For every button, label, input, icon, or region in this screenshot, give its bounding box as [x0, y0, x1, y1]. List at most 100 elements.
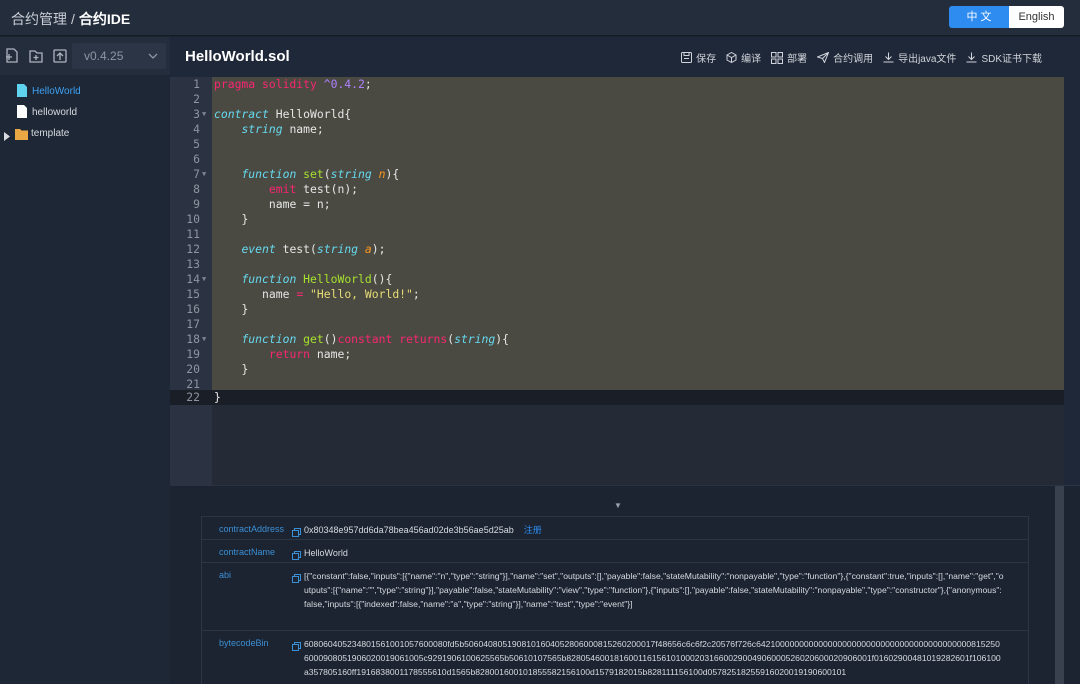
compiler-version-value: v0.4.25: [84, 49, 124, 63]
code-editor[interactable]: 1 pragma solidity ^0.4.2; 2 3 ▼ contract He…: [170, 77, 1064, 485]
panel-scrollbar[interactable]: [1055, 486, 1064, 684]
lang-chinese-button[interactable]: 中 文: [949, 6, 1009, 28]
info-key: bytecodeBin: [219, 638, 269, 648]
download-icon: [883, 52, 894, 63]
code-text: }: [214, 390, 221, 405]
code-line: 17: [170, 317, 1064, 332]
info-key: contractName: [219, 547, 276, 557]
info-row-bytecode: bytecodeBin 6080604052348015610010576000…: [202, 631, 1028, 684]
code-token: (){: [371, 272, 393, 286]
line-number: 15: [186, 287, 200, 301]
tree-item-label: helloworld: [32, 107, 78, 118]
editor-scrollbar[interactable]: [1064, 77, 1080, 485]
lang-english-button[interactable]: English: [1009, 6, 1064, 28]
line-number: 14: [186, 272, 200, 286]
line-number: 17: [186, 317, 200, 331]
code-token: HelloWorld: [303, 272, 372, 286]
code-token: function: [241, 272, 297, 286]
copy-icon[interactable]: [292, 638, 301, 656]
code-token: "Hello, World!": [310, 287, 413, 301]
new-folder-icon[interactable]: [27, 47, 45, 65]
sdk-cert-download-button[interactable]: SDK证书下载: [966, 50, 1042, 65]
info-value: 608060405234801561001057600080fd5b506040…: [304, 639, 1001, 677]
code-text: function HelloWorld(){: [214, 272, 392, 287]
code-text: }: [214, 362, 248, 377]
line-number: 13: [186, 257, 200, 271]
code-token: }: [241, 362, 249, 376]
tree-item-label: template: [31, 128, 70, 139]
file-sidebar: v0.4.25 HelloWorld helloworld template: [0, 37, 170, 684]
code-line: 16 }: [170, 302, 1064, 317]
code-line: 15 name = "Hello, World!";: [170, 287, 1064, 302]
line-number: 3: [193, 107, 200, 121]
fold-arrow-icon[interactable]: ▼: [202, 107, 206, 122]
code-line: 6: [170, 152, 1064, 167]
code-token: HelloWorld{: [268, 107, 352, 121]
code-token: a: [364, 242, 372, 256]
caret-right-icon[interactable]: [4, 128, 10, 149]
line-number: 1: [193, 77, 200, 91]
info-value: HelloWorld: [304, 548, 348, 558]
chevron-down-icon: [148, 43, 158, 78]
info-row-address: contractAddress 0x80348e957dd6da78bea456…: [202, 517, 1028, 540]
copy-icon[interactable]: [292, 570, 301, 588]
code-token: name = n;: [268, 197, 331, 211]
compile-label: 编译: [741, 54, 762, 65]
tree-item-template[interactable]: template: [0, 123, 170, 144]
code-text: name = "Hello, World!";: [262, 287, 420, 301]
code-token: constant: [337, 332, 393, 346]
save-button[interactable]: 保存: [681, 50, 716, 65]
code-token: function: [241, 332, 297, 346]
line-number: 10: [186, 212, 200, 226]
line-number: 16: [186, 302, 200, 316]
code-token: emit: [268, 182, 297, 196]
code-line: 4 string name;: [170, 122, 1064, 137]
breadcrumb: 合约管理 / 合约IDE: [11, 9, 130, 29]
compile-result-panel: ▼ contractAddress 0x80348e957dd6da78bea4…: [170, 485, 1080, 684]
tree-item-helloworld-sol[interactable]: HelloWorld: [0, 81, 170, 102]
register-link[interactable]: 注册: [524, 525, 542, 535]
info-value: 0x80348e957dd6da78bea456ad02de3b56ae5d25…: [304, 523, 1004, 537]
line-number: 7: [193, 167, 200, 181]
deploy-button[interactable]: 部署: [771, 50, 807, 65]
language-switch: 中 文 English: [949, 6, 1064, 28]
code-text: }: [214, 302, 248, 317]
info-row-abi: abi [{"constant":false,"inputs":[{"name"…: [202, 563, 1028, 631]
line-number: 18: [186, 332, 200, 346]
code-line: 2: [170, 92, 1064, 107]
upload-icon[interactable]: [51, 47, 69, 65]
fold-arrow-icon[interactable]: ▼: [202, 272, 206, 287]
code-text: }: [214, 212, 248, 227]
line-number: 8: [193, 182, 200, 196]
code-token: contract: [214, 107, 269, 121]
line-number: 4: [193, 122, 200, 136]
compile-button[interactable]: 编译: [726, 50, 761, 65]
export-java-button[interactable]: 导出java文件: [883, 50, 956, 65]
send-icon: [817, 52, 830, 63]
new-file-icon[interactable]: [3, 47, 21, 65]
code-line: 14 ▼ function HelloWorld(){: [170, 272, 1064, 287]
collapse-icon[interactable]: ▼: [614, 501, 622, 510]
tree-item-helloworld[interactable]: helloworld: [0, 102, 170, 123]
line-number: 12: [186, 242, 200, 256]
contract-call-button[interactable]: 合约调用: [817, 50, 873, 65]
code-token: string: [454, 332, 496, 346]
code-token: );: [371, 242, 386, 256]
code-line: 12 event test(string a);: [170, 242, 1064, 257]
code-token: set: [303, 167, 324, 181]
breadcrumb-current: 合约IDE: [78, 11, 131, 27]
fold-arrow-icon[interactable]: ▼: [202, 332, 206, 347]
info-key: abi: [219, 570, 232, 580]
download-icon: [966, 52, 977, 63]
breadcrumb-root[interactable]: 合约管理: [11, 11, 67, 27]
code-token: }: [241, 212, 249, 226]
line-number: 20: [186, 362, 200, 376]
current-filename: HelloWorld.sol: [185, 48, 290, 65]
code-token: =: [296, 287, 304, 301]
code-text: return name;: [214, 347, 351, 362]
editor-toolbar: 保存 编译 部署 合约调用 导出java文件 SDK证书下载: [671, 50, 1042, 65]
grid-icon: [771, 51, 784, 64]
compiler-version-select[interactable]: v0.4.25: [72, 43, 166, 69]
info-value: [{"constant":false,"inputs":[{"name":"n"…: [304, 571, 1004, 609]
fold-arrow-icon[interactable]: ▼: [202, 167, 206, 182]
